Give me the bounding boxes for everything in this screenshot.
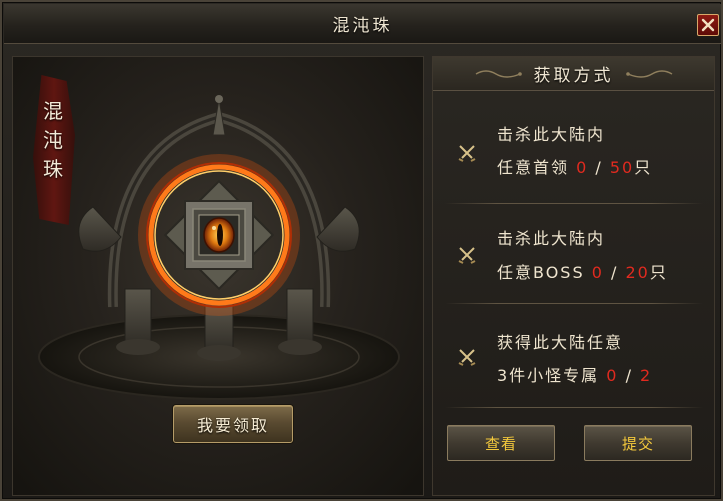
task-current-count: 0	[576, 158, 589, 177]
task-target-type: 3件小怪专属	[497, 366, 600, 385]
title-bar: 混沌珠	[4, 4, 721, 44]
left-flourish-icon	[475, 69, 522, 78]
task-unit: 只	[634, 158, 653, 177]
task-progress: 任意BOSS 0 / 20只	[497, 259, 668, 283]
close-button[interactable]	[697, 14, 719, 36]
task-item: 击杀此大陆内 任意BOSS 0 / 20只	[433, 207, 714, 307]
task-unit: 只	[649, 263, 668, 282]
close-x-icon	[701, 18, 715, 32]
task-current-count: 0	[606, 366, 619, 385]
task-separator: /	[595, 158, 603, 177]
task-progress: 3件小怪专属 0 / 2	[497, 362, 652, 386]
task-divider	[445, 303, 703, 304]
task-progress: 任意首领 0 / 50只	[497, 154, 652, 178]
claim-button[interactable]: 我要领取	[173, 405, 293, 443]
task-target-type: 任意首领	[497, 158, 570, 177]
window-title: 混沌珠	[332, 16, 393, 36]
crossed-swords-icon	[458, 247, 476, 264]
view-button[interactable]: 查看	[447, 425, 555, 461]
task-current-count: 0	[591, 263, 604, 282]
task-item: 击杀此大陆内 任意首领 0 / 50只	[433, 101, 714, 201]
acquire-header: 获取方式	[433, 57, 714, 91]
task-condition: 击杀此大陆内	[497, 125, 606, 144]
item-display-panel: 混沌珠 我要领取	[12, 56, 424, 496]
task-condition: 获得此大陆任意	[497, 333, 624, 352]
task-target-count: 50	[609, 158, 635, 177]
acquire-method-panel: 获取方式 击杀此大陆内 任意首领 0 / 50只 击杀此大陆内 任意BOSS 0…	[432, 56, 715, 496]
submit-button[interactable]: 提交	[584, 425, 692, 461]
task-separator: /	[610, 263, 619, 282]
task-item: 获得此大陆任意 3件小怪专属 0 / 2	[433, 309, 714, 409]
task-divider	[445, 203, 703, 204]
crossed-swords-icon	[458, 349, 476, 366]
demon-eye-orb-icon	[203, 217, 235, 253]
left-leg	[124, 288, 152, 348]
right-leg	[286, 288, 314, 348]
task-target-count: 20	[625, 263, 650, 282]
task-separator: /	[625, 366, 633, 385]
crossed-swords-icon	[458, 145, 476, 162]
task-divider	[445, 407, 703, 408]
task-condition: 击杀此大陆内	[497, 229, 606, 248]
task-target-count: 2	[640, 366, 653, 385]
task-target-type: 任意BOSS	[497, 263, 585, 282]
right-flourish-icon	[625, 69, 672, 78]
orb-window: 混沌珠 混沌珠 我要领取 获取方式 击杀此大陆内 任意首领 0 / 50只 击杀…	[0, 0, 723, 501]
acquire-header-title: 获取方式	[533, 66, 614, 86]
